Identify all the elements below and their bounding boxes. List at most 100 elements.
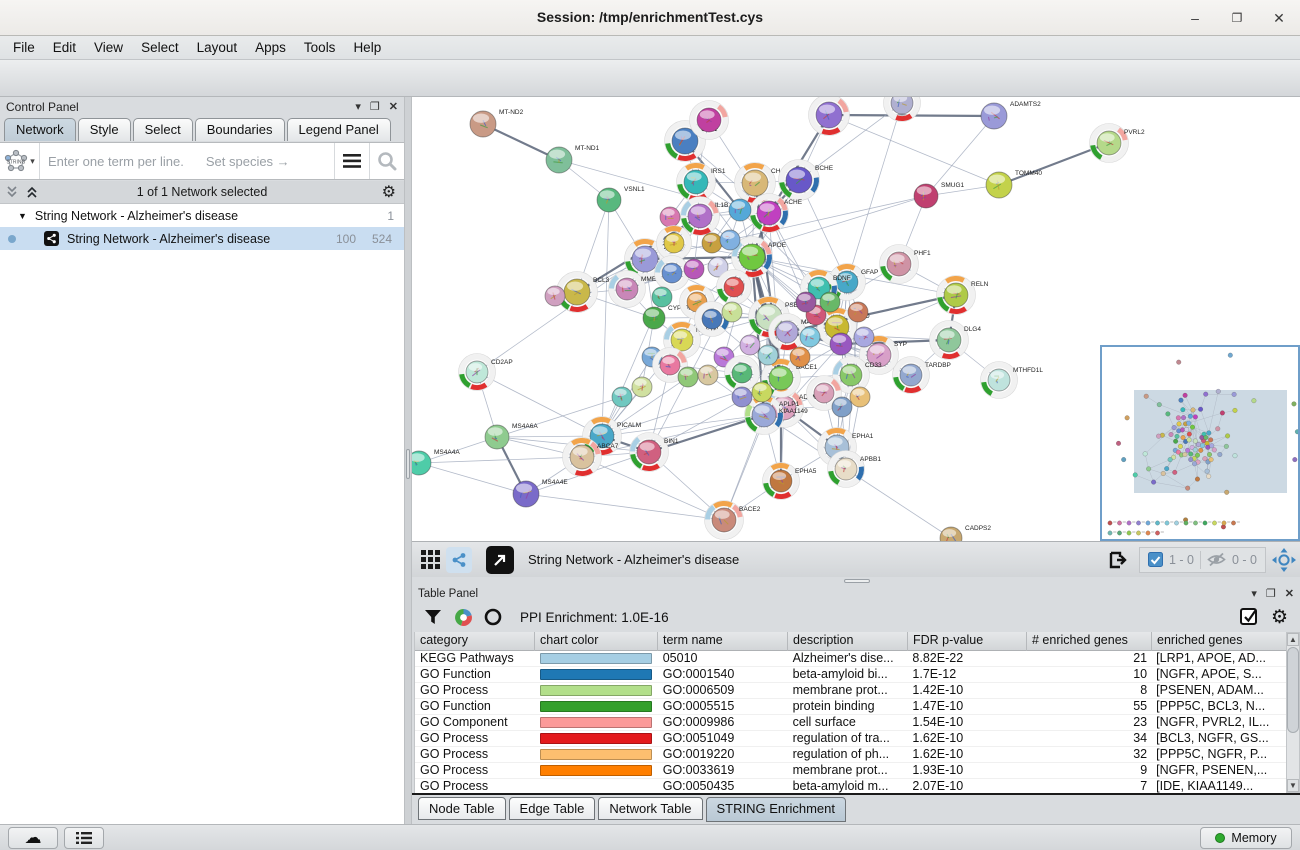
tab-string-enrichment[interactable]: STRING Enrichment bbox=[706, 797, 846, 822]
column-header-description[interactable]: description bbox=[788, 632, 908, 651]
network-node[interactable] bbox=[660, 207, 680, 227]
network-node[interactable]: CD2AP bbox=[459, 354, 513, 391]
network-node[interactable]: BCHE bbox=[779, 160, 834, 201]
scrollbar-thumb[interactable] bbox=[1287, 647, 1299, 733]
network-node[interactable] bbox=[820, 292, 840, 312]
export-network-button[interactable] bbox=[1103, 546, 1133, 574]
network-node[interactable] bbox=[652, 287, 672, 307]
menu-edit[interactable]: Edit bbox=[44, 36, 85, 59]
network-node[interactable]: ACHE bbox=[750, 194, 803, 233]
network-node[interactable]: EPHA5 bbox=[763, 463, 817, 500]
network-node[interactable]: APBB1 bbox=[828, 451, 882, 488]
network-node[interactable]: DLG4 bbox=[930, 321, 982, 360]
table-row[interactable]: GO ProcessGO:0033619membrane prot...1.93… bbox=[415, 763, 1286, 779]
tab-network-table[interactable]: Network Table bbox=[598, 797, 702, 820]
draw-charts-button[interactable] bbox=[448, 608, 478, 627]
menu-help[interactable]: Help bbox=[344, 36, 390, 59]
network-node[interactable] bbox=[800, 327, 820, 347]
network-node[interactable]: RELN bbox=[937, 276, 989, 315]
menu-apps[interactable]: Apps bbox=[246, 36, 295, 59]
network-node[interactable] bbox=[698, 365, 718, 385]
tab-network[interactable]: Network bbox=[4, 118, 76, 141]
minimize-button[interactable]: – bbox=[1184, 7, 1206, 29]
string-query-placeholder[interactable]: Enter one term per line. bbox=[48, 154, 184, 169]
column-header-term-name[interactable]: term name bbox=[658, 632, 788, 651]
reset-charts-button[interactable] bbox=[478, 608, 508, 626]
tab-style[interactable]: Style bbox=[78, 118, 131, 141]
network-node[interactable] bbox=[657, 226, 692, 261]
network-node[interactable] bbox=[848, 302, 868, 322]
menu-file[interactable]: File bbox=[4, 36, 44, 59]
panel-float-icon[interactable]: ❐ bbox=[370, 100, 380, 114]
hidden-nodes-eye-icon[interactable] bbox=[1207, 552, 1226, 567]
network-collection-row[interactable]: ▼ String Network - Alzheimer's disease 1 bbox=[0, 204, 404, 227]
network-options-gear-icon[interactable]: ⚙ bbox=[382, 182, 396, 202]
network-node[interactable]: MS4A4E bbox=[513, 479, 568, 507]
table-row[interactable]: GO ProcessGO:0006509membrane prot...1.42… bbox=[415, 683, 1286, 699]
network-node[interactable] bbox=[720, 230, 740, 250]
column-header-category[interactable]: category bbox=[415, 632, 535, 651]
network-node[interactable] bbox=[632, 377, 652, 397]
network-node[interactable] bbox=[690, 101, 729, 140]
network-node[interactable] bbox=[832, 397, 852, 417]
table-row[interactable]: GO ProcessGO:0050435beta-amyloid m...2.0… bbox=[415, 779, 1286, 793]
select-rows-checkbox-icon[interactable] bbox=[1240, 608, 1259, 627]
network-node[interactable] bbox=[758, 345, 778, 365]
network-node[interactable] bbox=[752, 382, 772, 402]
selected-nodes-checkbox-icon[interactable] bbox=[1148, 552, 1163, 567]
string-options-button[interactable] bbox=[335, 154, 369, 168]
panel-splitter-vertical[interactable] bbox=[404, 97, 412, 824]
network-node[interactable] bbox=[655, 256, 690, 291]
network-node[interactable] bbox=[702, 233, 722, 253]
scroll-down-arrow[interactable]: ▼ bbox=[1287, 779, 1299, 792]
network-node[interactable]: BACE2 bbox=[705, 501, 761, 540]
tab-node-table[interactable]: Node Table bbox=[418, 797, 506, 820]
filter-enrichment-button[interactable] bbox=[418, 608, 448, 626]
pan-navigator-icon[interactable] bbox=[1272, 548, 1296, 572]
network-birdseye-view[interactable] bbox=[1100, 345, 1300, 541]
network-node[interactable]: MT-ND2 bbox=[470, 109, 524, 137]
column-header-enriched-genes[interactable]: enriched genes bbox=[1152, 632, 1286, 651]
network-node[interactable] bbox=[850, 387, 870, 407]
network-node[interactable] bbox=[740, 335, 760, 355]
memory-button[interactable]: Memory bbox=[1200, 827, 1292, 849]
network-node[interactable] bbox=[684, 259, 704, 279]
tab-legend-panel[interactable]: Legend Panel bbox=[287, 118, 391, 141]
network-node[interactable]: SMUG1 bbox=[914, 182, 965, 208]
cloud-tasks-button[interactable]: ☁ bbox=[8, 827, 58, 849]
network-node[interactable] bbox=[796, 292, 816, 312]
network-node[interactable] bbox=[854, 327, 874, 347]
network-node[interactable] bbox=[722, 302, 742, 322]
table-panel-float-icon[interactable]: ❐ bbox=[1266, 587, 1276, 601]
open-in-browser-button[interactable] bbox=[486, 546, 514, 574]
network-node[interactable] bbox=[732, 387, 752, 407]
table-row[interactable]: KEGG Pathways05010Alzheimer's dise...8.8… bbox=[415, 651, 1286, 667]
network-node[interactable] bbox=[809, 97, 850, 136]
network-node[interactable]: TARDBP bbox=[893, 357, 951, 394]
tab-boundaries[interactable]: Boundaries bbox=[195, 118, 285, 141]
task-history-button[interactable] bbox=[64, 827, 104, 849]
network-node[interactable]: ADAMTS2 bbox=[981, 101, 1041, 129]
menu-select[interactable]: Select bbox=[132, 36, 188, 59]
table-row[interactable]: GO ProcessGO:0051049regulation of tra...… bbox=[415, 731, 1286, 747]
table-row[interactable]: GO FunctionGO:0001540beta-amyloid bi...1… bbox=[415, 667, 1286, 683]
panel-menu-icon[interactable]: ▾ bbox=[355, 100, 361, 114]
table-panel-menu-icon[interactable]: ▾ bbox=[1251, 587, 1257, 601]
menu-view[interactable]: View bbox=[85, 36, 132, 59]
panel-close-icon[interactable]: ✕ bbox=[389, 100, 398, 114]
table-row[interactable]: GO FunctionGO:0005515protein binding1.47… bbox=[415, 699, 1286, 715]
table-panel-close-icon[interactable]: ✕ bbox=[1285, 587, 1294, 601]
network-node[interactable] bbox=[884, 97, 921, 122]
network-node[interactable] bbox=[545, 286, 565, 306]
network-row[interactable]: String Network - Alzheimer's disease 100… bbox=[0, 227, 404, 250]
network-node[interactable]: MTHFD1L bbox=[981, 362, 1044, 399]
column-header-FDR-p-value[interactable]: FDR p-value bbox=[908, 632, 1027, 651]
maximize-button[interactable]: ❐ bbox=[1226, 7, 1248, 29]
string-search-button[interactable] bbox=[370, 151, 404, 171]
table-settings-gear-icon[interactable]: ⚙ bbox=[1271, 606, 1288, 629]
network-node[interactable] bbox=[612, 387, 632, 407]
column-header--enriched-genes[interactable]: # enriched genes bbox=[1027, 632, 1152, 651]
network-node[interactable] bbox=[678, 367, 698, 387]
species-hint[interactable]: Set species → bbox=[206, 154, 290, 169]
grid-view-button[interactable] bbox=[416, 546, 446, 574]
